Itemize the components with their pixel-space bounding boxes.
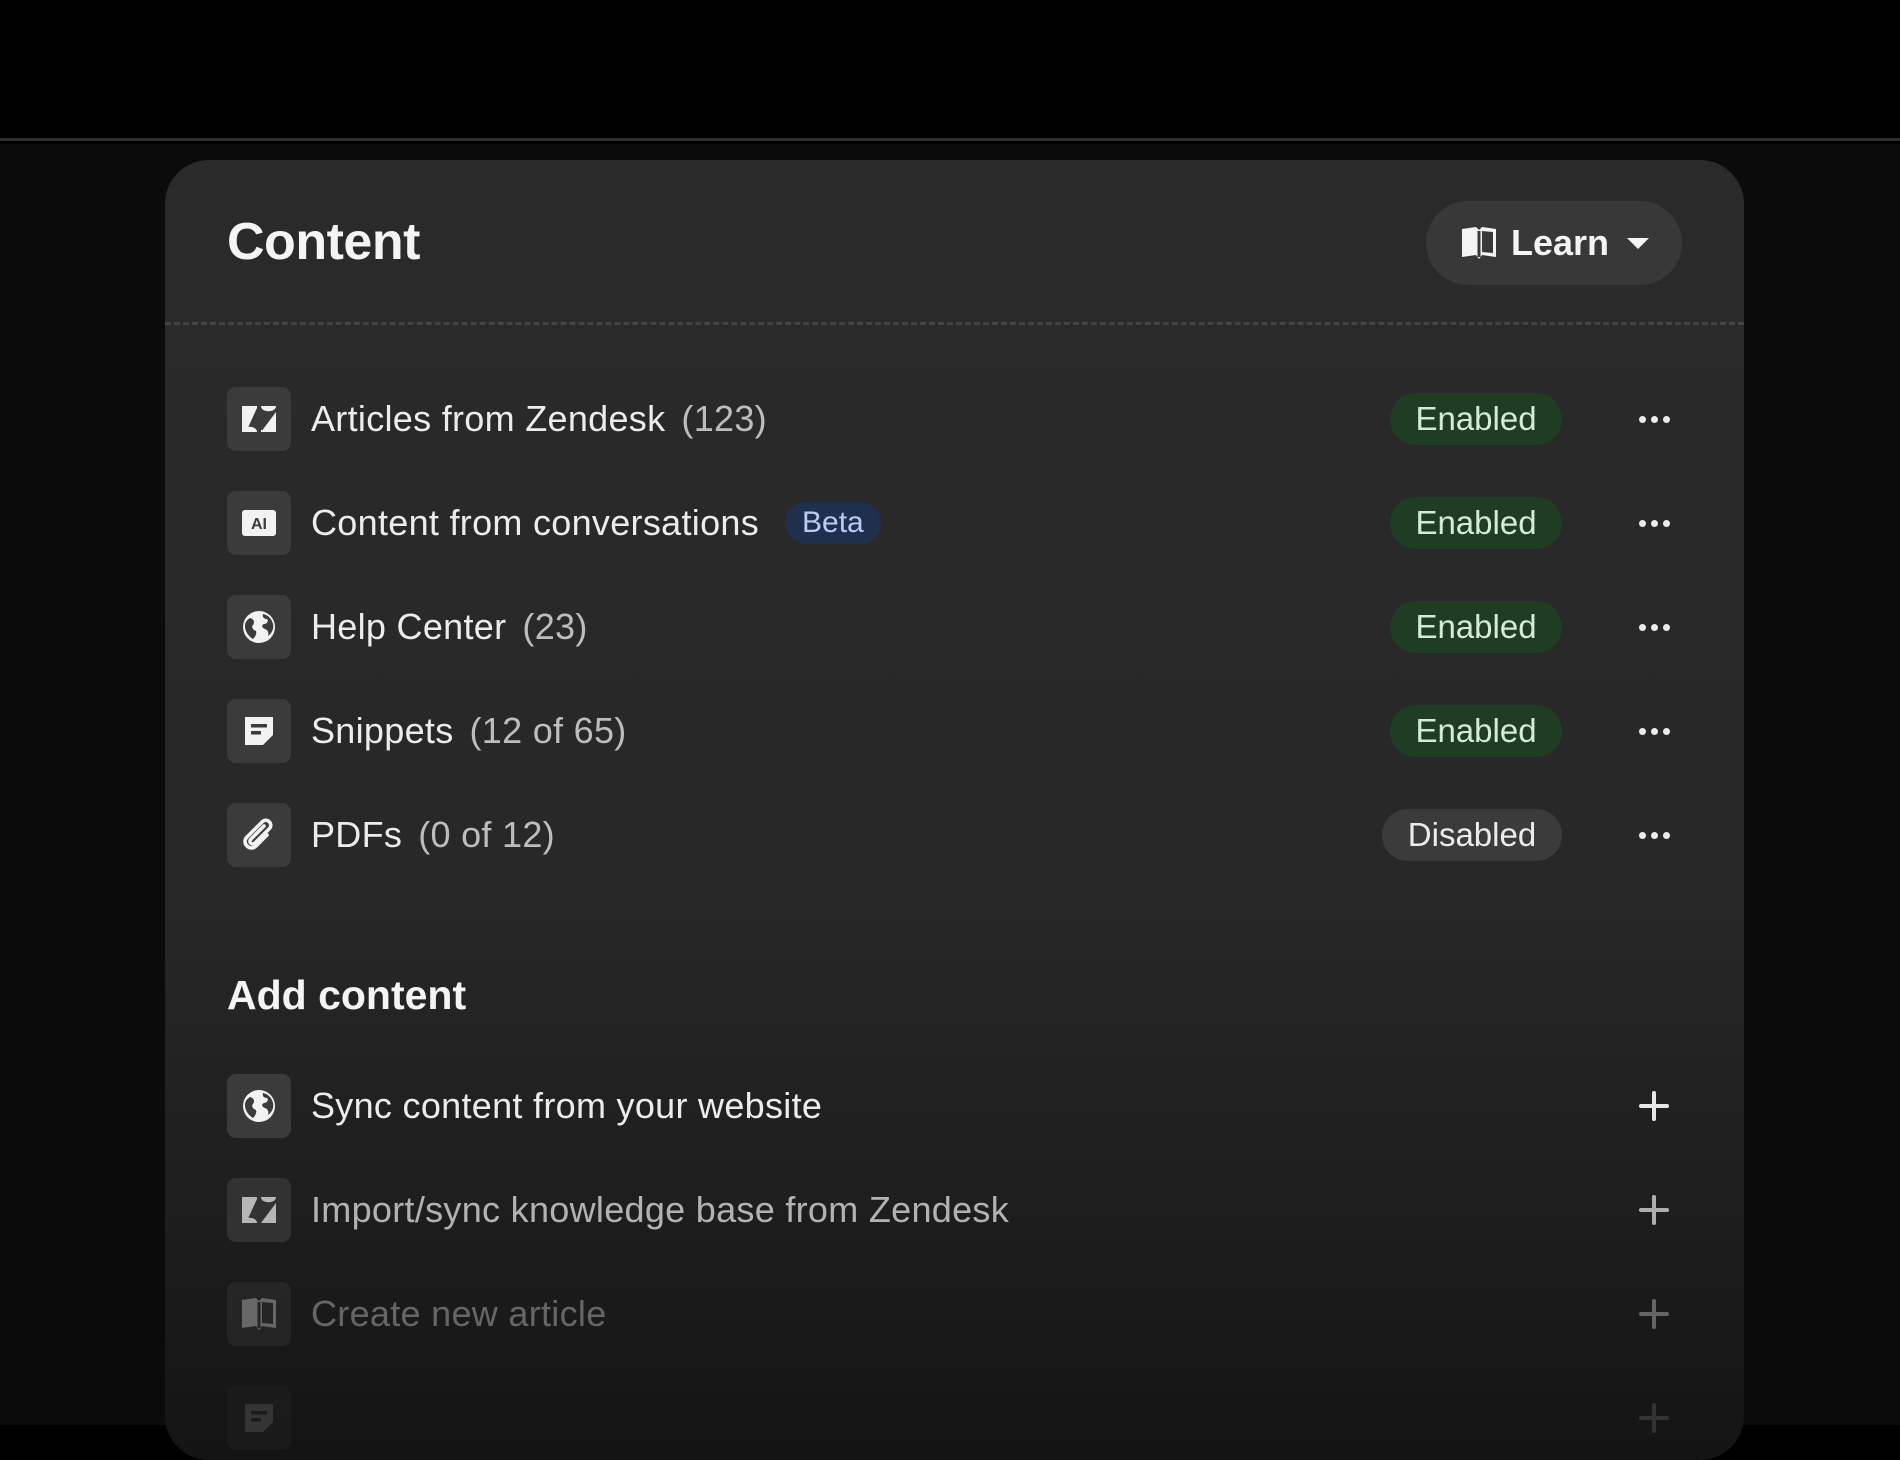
more-options-icon[interactable] xyxy=(1626,503,1682,543)
row-label: Content from conversations xyxy=(311,502,760,543)
row-count: (12 of 65) xyxy=(469,710,627,751)
book-icon xyxy=(1459,225,1499,261)
status-badge-enabled[interactable]: Enabled xyxy=(1390,705,1562,757)
add-icon[interactable] xyxy=(1626,1074,1682,1138)
row-label: Sync content from your website xyxy=(311,1085,823,1126)
zendesk-icon xyxy=(227,387,291,451)
add-icon[interactable] xyxy=(1626,1386,1682,1450)
content-row-snippets[interactable]: Snippets (12 of 65) Enabled xyxy=(227,699,1682,763)
status-badge-enabled[interactable]: Enabled xyxy=(1390,601,1562,653)
row-label: Import/sync knowledge base from Zendesk xyxy=(311,1189,1010,1230)
row-label: PDFs xyxy=(311,814,403,855)
content-row-zendesk[interactable]: Articles from Zendesk (123) Enabled xyxy=(227,387,1682,451)
add-icon[interactable] xyxy=(1626,1282,1682,1346)
more-options-icon[interactable] xyxy=(1626,607,1682,647)
learn-button[interactable]: Learn xyxy=(1426,201,1682,285)
more-options-icon[interactable] xyxy=(1626,399,1682,439)
globe-icon xyxy=(227,595,291,659)
more-options-icon[interactable] xyxy=(1626,711,1682,751)
status-badge-enabled[interactable]: Enabled xyxy=(1390,393,1562,445)
paperclip-icon xyxy=(227,803,291,867)
row-label: Snippets xyxy=(311,710,454,751)
row-label: Create new article xyxy=(311,1293,607,1334)
learn-label: Learn xyxy=(1510,222,1610,263)
add-row-article[interactable]: Create new article xyxy=(227,1282,1682,1346)
page-title: Content xyxy=(227,213,420,271)
panel-header: Content Learn xyxy=(165,160,1744,325)
add-content-heading: Add content xyxy=(227,972,467,1018)
add-row-website[interactable]: Sync content from your website xyxy=(227,1074,1682,1138)
row-count: (23) xyxy=(522,606,588,647)
ai-icon: AI xyxy=(227,491,291,555)
row-count: (123) xyxy=(681,398,767,439)
svg-text:AI: AI xyxy=(251,516,267,533)
zendesk-icon xyxy=(227,1178,291,1242)
add-icon[interactable] xyxy=(1626,1178,1682,1242)
snippet-icon xyxy=(227,1386,291,1450)
status-badge-disabled[interactable]: Disabled xyxy=(1382,809,1562,861)
more-options-icon[interactable] xyxy=(1626,815,1682,855)
chevron-down-icon xyxy=(1627,237,1650,249)
add-row-zendesk[interactable]: Import/sync knowledge base from Zendesk xyxy=(227,1178,1682,1242)
beta-badge: Beta xyxy=(785,502,881,544)
top-bar xyxy=(0,0,1900,141)
add-row-snippet[interactable] xyxy=(227,1386,1682,1450)
content-row-pdfs[interactable]: PDFs (0 of 12) Disabled xyxy=(227,803,1682,867)
status-badge-enabled[interactable]: Enabled xyxy=(1390,497,1562,549)
row-label: Articles from Zendesk xyxy=(311,398,666,439)
row-label: Help Center xyxy=(311,606,507,647)
snippet-icon xyxy=(227,699,291,763)
content-row-help-center[interactable]: Help Center (23) Enabled xyxy=(227,595,1682,659)
row-count: (0 of 12) xyxy=(418,814,555,855)
globe-icon xyxy=(227,1074,291,1138)
book-icon xyxy=(227,1282,291,1346)
content-panel: Content Learn Articles from Zendesk (123… xyxy=(165,160,1744,1460)
content-row-conversations[interactable]: AI Content from conversations Beta Enabl… xyxy=(227,491,1682,555)
